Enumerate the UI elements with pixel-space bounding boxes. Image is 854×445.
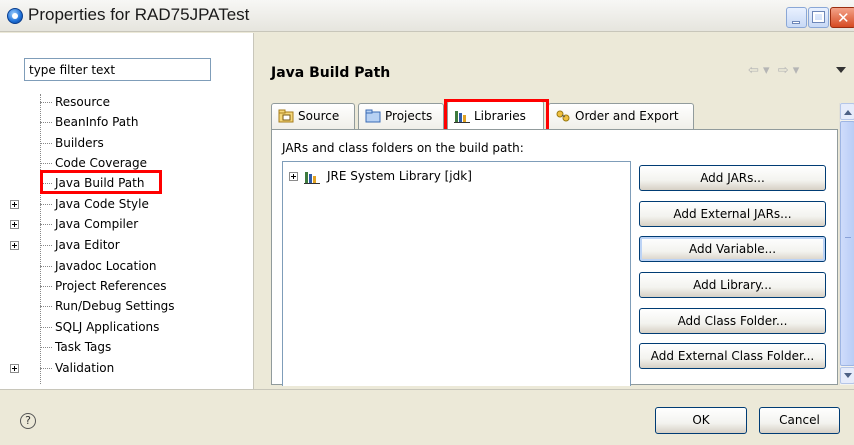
annotation-highlight-java-build-path — [40, 170, 162, 194]
tree-item-label: Java Editor — [55, 238, 120, 252]
properties-dialog: Properties for RAD75JPATest ✕ Resource B… — [0, 0, 854, 445]
tree-item-label: Validation — [55, 361, 115, 375]
add-external-class-folder-button[interactable]: Add External Class Folder... — [639, 343, 826, 369]
close-icon: ✕ — [837, 9, 850, 27]
tree-item-label: Task Tags — [55, 340, 112, 354]
expand-icon[interactable] — [289, 172, 298, 181]
tab-label: Order and Export — [575, 109, 679, 123]
tab-order-and-export[interactable]: Order and Export — [548, 103, 694, 129]
tree-item-label: Builders — [55, 136, 104, 150]
title-bar[interactable]: Properties for RAD75JPATest ✕ — [0, 0, 854, 32]
tab-label: Projects — [385, 109, 433, 123]
tree-item-label: Run/Debug Settings — [55, 299, 175, 313]
app-icon — [7, 8, 23, 24]
filter-input[interactable] — [24, 58, 211, 81]
tree-item-label: Javadoc Location — [55, 259, 157, 273]
maximize-button[interactable] — [808, 7, 829, 28]
tab-projects[interactable]: Projects — [358, 103, 444, 129]
minimize-icon — [792, 21, 800, 24]
library-icon — [304, 170, 320, 184]
close-button[interactable]: ✕ — [830, 7, 854, 28]
add-library-button[interactable]: Add Library... — [639, 272, 826, 298]
tab-source[interactable]: Source — [271, 103, 355, 129]
library-label: JRE System Library [jdk] — [327, 169, 472, 183]
expand-icon[interactable] — [10, 200, 19, 209]
history-navigation: ⇦ ▾ ⇨ ▾ — [748, 63, 803, 78]
scroll-up-arrow-icon[interactable] — [840, 103, 854, 120]
expand-icon[interactable] — [10, 364, 19, 373]
left-panel: Resource BeanInfo Path Builders Code Cov… — [0, 33, 254, 389]
view-menu-icon[interactable] — [836, 67, 846, 73]
tab-label: Source — [298, 109, 340, 123]
back-arrow-icon[interactable]: ⇦ ▾ — [748, 63, 770, 78]
add-jars-button[interactable]: Add JARs... — [639, 165, 826, 191]
order-export-icon — [555, 109, 571, 123]
ok-button[interactable]: OK — [655, 407, 747, 434]
tree-item-label: Java Compiler — [55, 217, 139, 231]
forward-arrow-icon[interactable]: ⇨ ▾ — [778, 63, 800, 78]
expand-icon[interactable] — [10, 220, 19, 229]
page-title: Java Build Path — [271, 65, 391, 81]
scrollbar-thumb[interactable] — [840, 121, 854, 366]
add-external-jars-button[interactable]: Add External JARs... — [639, 201, 826, 227]
annotation-highlight-libraries-tab — [444, 99, 549, 132]
tree-item-label: Code Coverage — [55, 156, 148, 170]
tree-item-label: SQLJ Applications — [55, 320, 160, 334]
vertical-scrollbar[interactable] — [839, 103, 854, 385]
tree-guide-line — [40, 94, 41, 384]
minimize-button[interactable] — [786, 7, 807, 28]
expand-icon[interactable] — [10, 241, 19, 250]
tree-item-label: Java Code Style — [55, 197, 149, 211]
dialog-button-bar: ? OK Cancel — [0, 389, 854, 445]
window-title: Properties for RAD75JPATest — [28, 5, 250, 24]
maximize-icon — [812, 11, 825, 23]
library-tree[interactable]: JRE System Library [jdk] — [282, 161, 631, 386]
libraries-tab-content: JARs and class folders on the build path… — [271, 129, 838, 386]
cancel-button[interactable]: Cancel — [759, 407, 840, 434]
tree-item-label: BeanInfo Path — [55, 115, 139, 129]
add-class-folder-button[interactable]: Add Class Folder... — [639, 308, 826, 334]
tree-item-label: Resource — [55, 95, 111, 109]
projects-folder-icon — [365, 109, 381, 123]
add-variable-button[interactable]: Add Variable... — [639, 236, 826, 262]
build-path-label: JARs and class folders on the build path… — [282, 141, 524, 155]
help-icon[interactable]: ? — [20, 413, 36, 429]
scroll-down-arrow-icon[interactable] — [840, 367, 854, 384]
source-folder-icon — [278, 109, 294, 123]
tree-item-label: Project References — [55, 279, 167, 293]
